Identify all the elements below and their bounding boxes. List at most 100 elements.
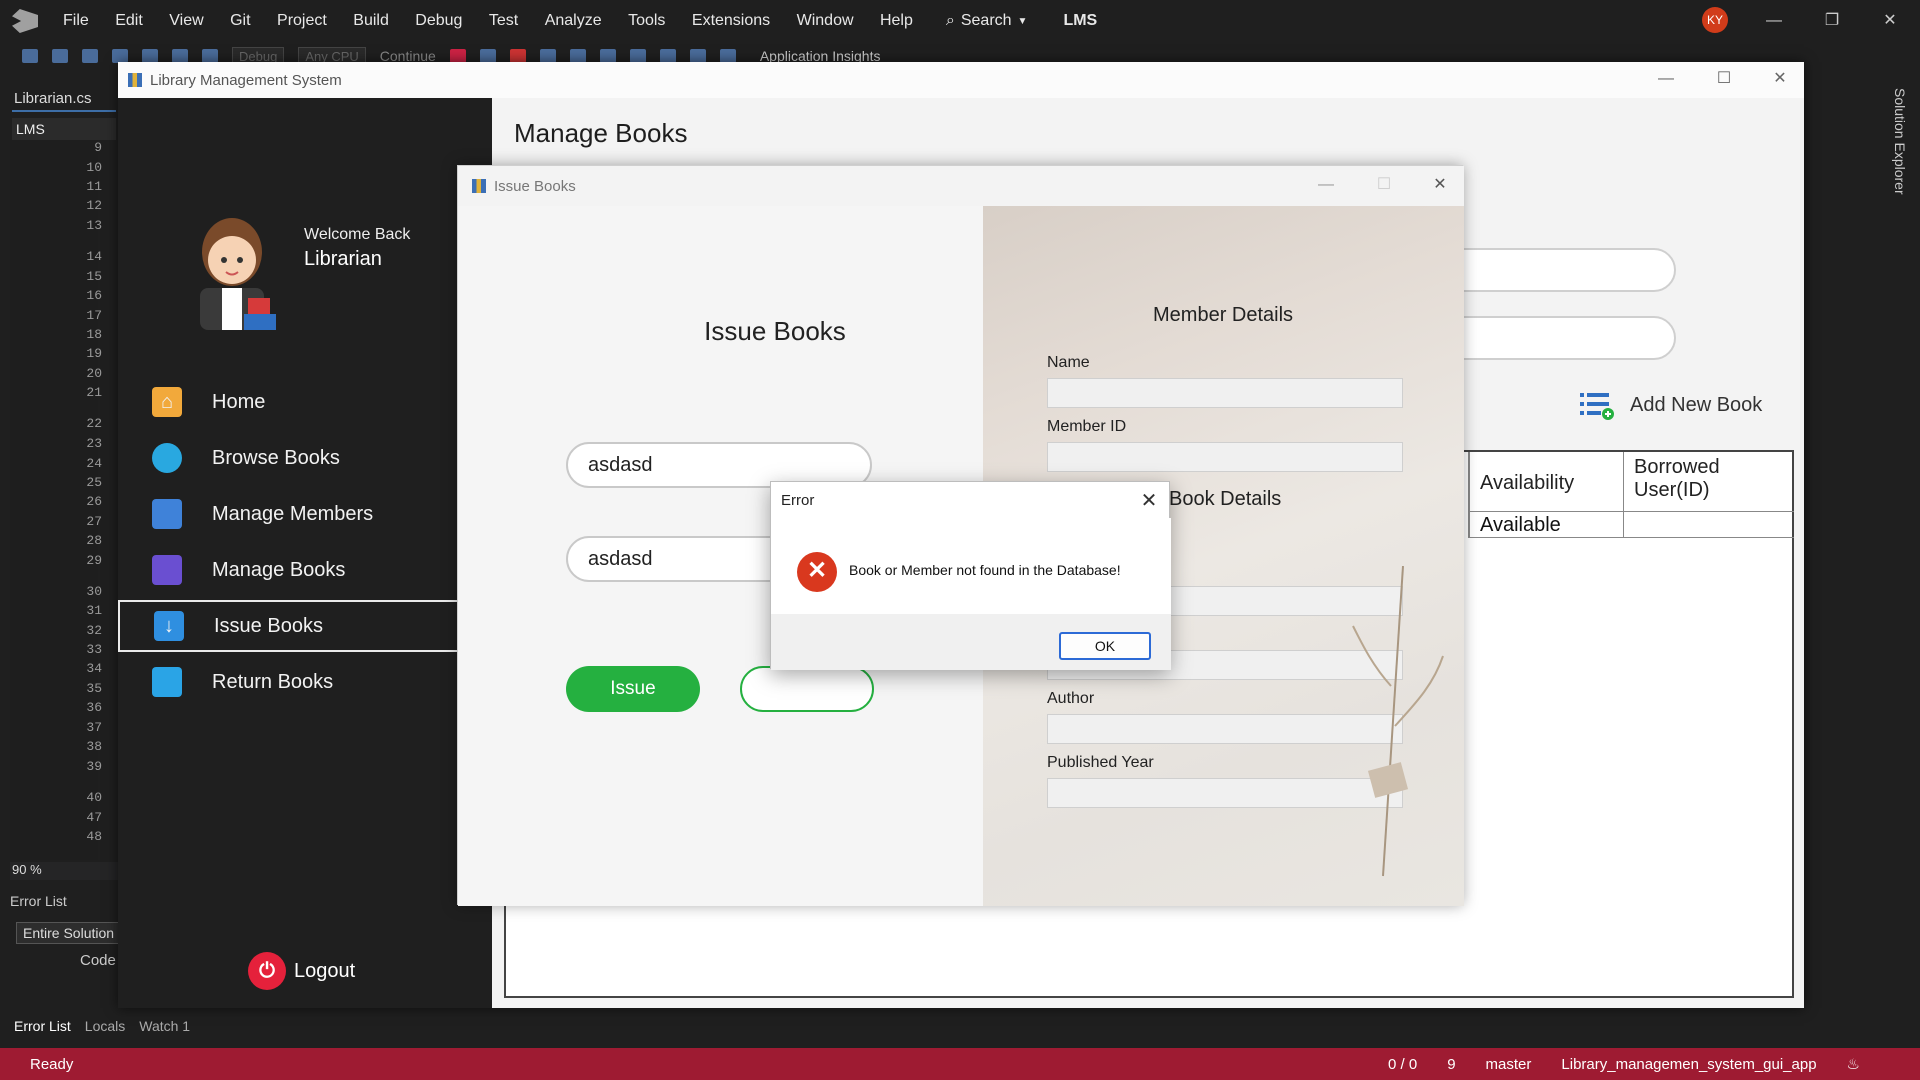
lms-maximize-icon[interactable]: ☐ [1704,66,1744,92]
line-number: 36 [86,700,102,715]
line-number: 18 [86,327,102,342]
zoom-dropdown[interactable]: 90 % [10,862,118,880]
issue-close-icon[interactable]: ✕ [1420,172,1460,198]
menu-window[interactable]: Window [797,12,854,30]
books-icon [152,555,182,585]
error-message-box: Error ✕ ✕ Book or Member not found in th… [770,481,1171,670]
menu-file[interactable]: File [63,12,89,30]
menu-tools[interactable]: Tools [628,12,665,30]
sidebar-item-label: Issue Books [214,614,323,637]
line-number: 10 [86,160,102,175]
pause-icon[interactable] [479,49,496,63]
solution-name: LMS [1063,12,1098,29]
git-repo[interactable]: Library_managemen_system_gui_app [1561,1056,1816,1073]
tab-watch[interactable]: Watch 1 [139,1018,190,1042]
menu-view[interactable]: View [169,12,203,30]
line-number: 17 [86,308,102,323]
vs-search-button[interactable]: ⌕ Search ▼ [938,12,1036,30]
error-close-icon[interactable]: ✕ [1135,488,1163,512]
bookmark-icon[interactable] [689,49,706,63]
tab-error-list[interactable]: Error List [14,1018,71,1042]
line-number: 26 [86,494,102,509]
line-number: 12 [86,198,102,213]
step-into-icon[interactable] [569,49,586,63]
sidebar-item-browse-books[interactable]: Browse Books [118,432,492,484]
save-all-icon[interactable] [142,49,158,63]
visual-studio-logo-icon [12,9,38,33]
app-logo-icon [128,73,142,87]
add-new-book-button[interactable]: Add New Book [1580,390,1762,420]
diagnostics-icon[interactable] [659,49,676,63]
author-label: Author [1047,690,1095,707]
vs-restore-icon[interactable]: ❐ [1812,8,1852,34]
forward-icon[interactable] [52,49,68,63]
line-number: 22 [86,416,102,431]
project-dropdown[interactable]: LMS [12,118,116,140]
step-over-icon[interactable] [599,49,616,63]
sidebar-item-label: Browse Books [212,446,340,469]
vs-titlebar: File Edit View Git Project Build Debug T… [0,0,1920,42]
editor-tab[interactable]: Librarian.cs [12,90,116,112]
menu-analyze[interactable]: Analyze [545,12,602,30]
menu-help[interactable]: Help [880,12,913,30]
sidebar-item-issue-books[interactable]: ↓ Issue Books [118,600,492,652]
menu-project[interactable]: Project [277,12,327,30]
menu-edit[interactable]: Edit [115,12,143,30]
save-icon[interactable] [112,49,128,63]
menu-git[interactable]: Git [230,12,250,30]
line-number: 20 [86,366,102,381]
issue-button[interactable]: Issue [566,666,700,712]
vs-close-icon[interactable]: ✕ [1870,8,1910,34]
menu-test[interactable]: Test [489,12,518,30]
code-column-header[interactable]: Code [60,952,116,969]
solution-explorer-tab[interactable]: Solution Explorer [1882,88,1908,388]
menu-extensions[interactable]: Extensions [692,12,770,30]
column-header-availability[interactable]: Availability [1470,452,1624,512]
member-id-field [1047,442,1403,472]
stop-icon[interactable] [509,49,526,63]
sidebar-item-label: Return Books [212,670,334,693]
back-icon[interactable] [22,49,38,63]
git-changes[interactable]: 0 / 0 [1388,1056,1417,1073]
line-number: 11 [86,179,102,194]
logout-button[interactable]: ⏻ Logout [248,952,355,990]
vs-minimize-icon[interactable]: — [1754,8,1794,34]
redo-icon[interactable] [202,49,218,63]
sidebar-item-home[interactable]: ⌂ Home [118,376,492,428]
line-number: 31 [86,603,102,618]
step-out-icon[interactable] [629,49,646,63]
line-number: 15 [86,269,102,284]
sidebar-item-label: Manage Members [212,502,374,525]
lms-close-icon[interactable]: ✕ [1760,66,1800,92]
line-number: 35 [86,681,102,696]
issue-minimize-icon[interactable]: — [1306,172,1346,198]
ok-button[interactable]: OK [1059,632,1151,660]
git-branch[interactable]: master [1486,1056,1532,1073]
column-header-borrowed[interactable]: Borrowed User(ID) [1624,452,1794,512]
hot-reload-icon[interactable] [449,49,466,63]
tab-locals[interactable]: Locals [85,1018,125,1042]
table-cell-borrowed[interactable] [1624,512,1794,538]
line-number: 23 [86,436,102,451]
scope-dropdown[interactable]: Entire Solution [16,922,128,944]
menu-build[interactable]: Build [353,12,389,30]
magnifier-icon [152,443,182,473]
sidebar: Welcome Back Librarian ⌂ Home Browse Boo… [118,98,492,1008]
comment-icon[interactable] [719,49,736,63]
new-project-icon[interactable] [82,49,98,63]
sidebar-item-manage-books[interactable]: Manage Books [118,544,492,596]
status-bar: Ready 0 / 0 9 master Library_managemen_s… [0,1048,1920,1080]
menu-debug[interactable]: Debug [415,12,462,30]
table-cell-availability[interactable]: Available [1470,512,1624,538]
account-avatar[interactable]: KY [1702,7,1728,33]
error-list-header: Error List [10,893,67,909]
sidebar-item-manage-members[interactable]: Manage Members [118,488,492,540]
undo-icon[interactable] [172,49,188,63]
issue-book-icon: ↓ [154,611,184,641]
pending-edits[interactable]: 9 [1447,1056,1455,1073]
notification-bell-icon[interactable]: ♨ [1847,1055,1860,1073]
lms-minimize-icon[interactable]: — [1646,66,1686,92]
clear-button[interactable] [740,666,874,712]
restart-icon[interactable] [539,49,556,63]
sidebar-item-return-books[interactable]: Return Books [118,656,492,708]
